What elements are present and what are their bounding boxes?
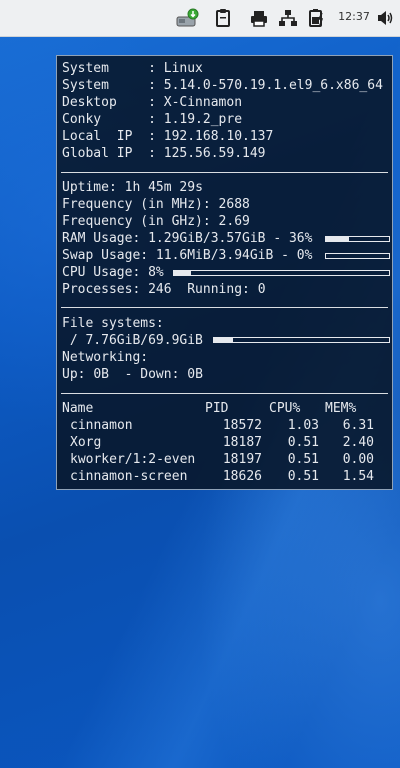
networking-heading: Networking: [62, 350, 149, 365]
network-up-label: Up: [62, 367, 94, 382]
running-label: Running: [187, 282, 258, 297]
ram-usage-row: RAM Usage: 1.29GiB/3.57GiB - 36% [62, 230, 312, 247]
global-ip-label: Global IP : [62, 146, 164, 161]
uptime-label: Uptime: [62, 180, 125, 195]
conky-version-row: Conky : 1.19.2_pre [62, 111, 242, 128]
network-up-value: 0B [93, 367, 109, 382]
system-os-row: System : Linux [62, 60, 203, 77]
process-mem: 2.40 [342, 435, 374, 450]
package-updates-icon[interactable] [175, 8, 199, 28]
desktop-row: Desktop : X-Cinnamon [62, 94, 242, 111]
ram-usage-value: 1.29GiB/3.57GiB - 36% [148, 231, 313, 246]
column-header-cpu: CPU% [269, 401, 301, 416]
printer-icon[interactable] [249, 8, 269, 28]
column-header-mem: MEM% [325, 401, 357, 416]
network-down-label: - Down: [108, 367, 188, 382]
process-name: cinnamon-screen [70, 469, 188, 484]
swap-usage-row: Swap Usage: 11.6MiB/3.94GiB - 0% [62, 247, 312, 264]
uptime-row: Uptime: 1h 45m 29s [62, 179, 203, 196]
processes-row: Processes: 246 Running: 0 [62, 281, 266, 298]
conky-version-label: Conky : [62, 112, 164, 127]
volume-icon[interactable] [376, 8, 394, 28]
swap-usage-value: 11.6MiB/3.94GiB - 0% [155, 248, 313, 263]
local-ip-row: Local IP : 192.168.10.137 [62, 128, 273, 145]
root-filesystem-bar [213, 337, 390, 343]
top-panel: 12:37 [0, 0, 400, 37]
process-cpu: 1.03 [287, 418, 319, 433]
global-ip-row: Global IP : 125.56.59.149 [62, 145, 266, 162]
divider [61, 393, 388, 394]
system-os-label: System : [62, 61, 164, 76]
divider [61, 307, 388, 308]
process-cpu: 0.51 [287, 435, 319, 450]
root-filesystem-value: 7.76GiB/69.9GiB [85, 333, 203, 348]
column-header-pid: PID [205, 401, 229, 416]
processes-label: Processes: [62, 282, 149, 297]
cpu-usage-value: 8% [148, 265, 164, 280]
file-systems-heading: File systems: [62, 316, 164, 331]
frequency-ghz-row: Frequency (in GHz): 2.69 [62, 213, 250, 230]
process-mem: 0.00 [342, 452, 374, 467]
frequency-ghz-value: 2.69 [218, 214, 250, 229]
conky-monitor-widget: System : Linux System : 5.14.0-570.19.1.… [56, 55, 393, 490]
process-pid: 18572 [222, 418, 262, 433]
global-ip-value: 125.56.59.149 [163, 146, 266, 161]
process-pid: 18187 [222, 435, 262, 450]
system-kernel-label: System : [62, 78, 164, 93]
cpu-usage-bar [173, 270, 390, 276]
ram-usage-bar-fill [326, 237, 349, 241]
frequency-ghz-label: Frequency (in GHz): [62, 214, 219, 229]
cpu-usage-bar-fill [174, 271, 192, 275]
system-kernel-value: 5.14.0-570.19.1.el9_6.x86_64 [163, 78, 383, 93]
system-os-value: Linux [163, 61, 203, 76]
process-pid: 18626 [222, 469, 262, 484]
process-pid: 18197 [222, 452, 262, 467]
network-down-value: 0B [187, 367, 203, 382]
process-name: cinnamon [70, 418, 133, 433]
root-filesystem-row: / 7.76GiB/69.9GiB [62, 332, 203, 349]
local-ip-label: Local IP : [62, 129, 164, 144]
frequency-mhz-label: Frequency (in MHz): [62, 197, 219, 212]
uptime-value: 1h 45m 29s [124, 180, 203, 195]
frequency-mhz-value: 2688 [218, 197, 250, 212]
root-filesystem-label: / [62, 333, 86, 348]
desktop-label: Desktop : [62, 95, 164, 110]
swap-usage-label: Swap Usage: [62, 248, 156, 263]
cpu-usage-label: CPU Usage: [62, 265, 149, 280]
conky-version-value: 1.19.2_pre [163, 112, 243, 127]
divider [61, 172, 388, 173]
clock[interactable]: 12:37 [336, 10, 372, 23]
process-name: kworker/1:2-even [70, 452, 196, 467]
process-mem: 6.31 [342, 418, 374, 433]
network-traffic-row: Up: 0B - Down: 0B [62, 366, 203, 383]
cpu-usage-row: CPU Usage: 8% [62, 264, 164, 281]
ram-usage-label: RAM Usage: [62, 231, 149, 246]
ram-usage-bar [325, 236, 390, 242]
process-name: Xorg [70, 435, 102, 450]
root-filesystem-bar-fill [214, 338, 234, 342]
battery-icon[interactable] [307, 8, 327, 28]
processes-value: 246 [148, 282, 172, 297]
process-cpu: 0.51 [287, 452, 319, 467]
swap-usage-bar [325, 253, 390, 259]
clipboard-icon[interactable] [214, 8, 232, 28]
local-ip-value: 192.168.10.137 [163, 129, 274, 144]
process-mem: 1.54 [342, 469, 374, 484]
network-icon[interactable] [278, 8, 298, 28]
system-kernel-row: System : 5.14.0-570.19.1.el9_6.x86_64 [62, 77, 383, 94]
running-value: 0 [257, 282, 266, 297]
process-cpu: 0.51 [287, 469, 319, 484]
frequency-mhz-row: Frequency (in MHz): 2688 [62, 196, 250, 213]
desktop-value: X-Cinnamon [163, 95, 243, 110]
column-header-name: Name [62, 401, 94, 416]
